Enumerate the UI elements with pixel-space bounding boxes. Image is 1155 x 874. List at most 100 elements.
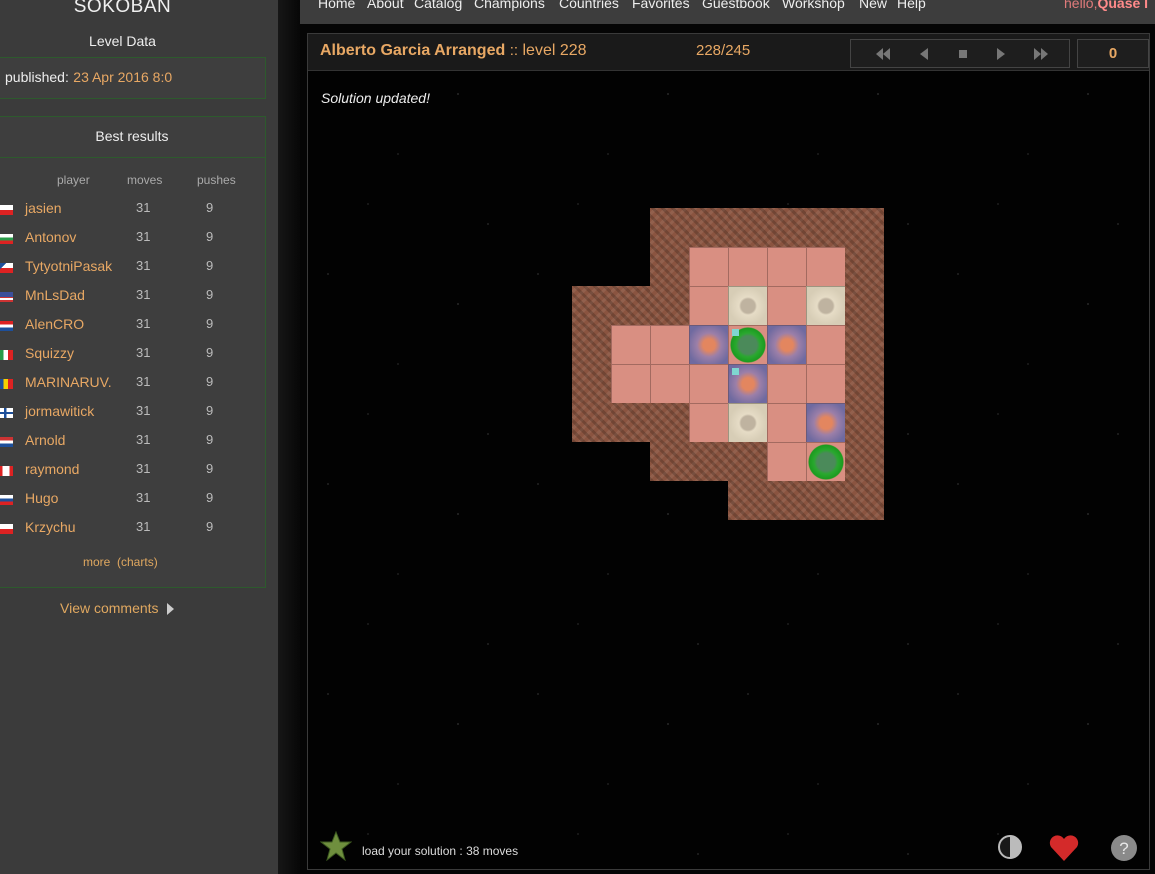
player-name[interactable]: MnLsDad (25, 287, 85, 303)
result-row: raymond 31 9 (0, 461, 265, 490)
player-pushes: 9 (206, 490, 214, 505)
result-row: MARINARUV. 31 9 (0, 374, 265, 403)
goal-tile[interactable] (767, 325, 807, 365)
charts-link[interactable]: (charts) (117, 555, 158, 569)
username-link[interactable]: Quase I (1097, 0, 1148, 11)
player-name[interactable]: Hugo (25, 490, 58, 506)
published-box: published: 23 Apr 2016 8:0 (0, 57, 266, 99)
player-piece[interactable] (808, 444, 844, 480)
player-name[interactable]: AlenCRO (25, 316, 84, 332)
nav-home[interactable]: Home (318, 0, 355, 11)
wall-tile (689, 208, 728, 247)
wall-tile (650, 208, 689, 247)
col-player-header: player (57, 173, 90, 187)
player-name[interactable]: Antonov (25, 229, 76, 245)
box-tile[interactable] (728, 403, 768, 443)
level-titlebar: Alberto Garcia Arranged :: level 228 228… (308, 34, 1149, 71)
floor-tile[interactable] (728, 247, 768, 287)
wall-tile (845, 442, 884, 481)
next-icon[interactable] (993, 46, 1009, 62)
level-name: level 228 (522, 42, 587, 59)
collection-name[interactable]: Alberto Garcia Arranged (320, 42, 505, 59)
floor-tile[interactable] (689, 364, 729, 404)
player-name[interactable]: Arnold (25, 432, 65, 448)
nav-champions[interactable]: Champions (474, 0, 545, 11)
wall-tile (806, 481, 845, 520)
wall-tile (767, 208, 806, 247)
wall-tile (689, 442, 728, 481)
player-name[interactable]: Krzychu (25, 519, 76, 535)
floor-tile[interactable] (806, 325, 846, 365)
player-name[interactable]: jasien (25, 200, 62, 216)
stop-icon[interactable] (955, 46, 971, 62)
triangle-right-icon (166, 603, 174, 616)
player-name[interactable]: TytyotniPasak (25, 258, 112, 274)
wall-tile (845, 286, 884, 325)
goal-tile[interactable] (806, 403, 846, 443)
best-results-box: Best results player moves pushes jasien 3… (0, 116, 266, 588)
player-name[interactable]: jormawitick (25, 403, 94, 419)
first-icon[interactable] (875, 46, 891, 62)
more-link[interactable]: more (83, 555, 110, 569)
nav-guestbook[interactable]: Guestbook (702, 0, 770, 11)
floor-tile[interactable] (806, 364, 846, 404)
player-pushes: 9 (206, 287, 214, 302)
floor-tile[interactable] (689, 286, 729, 326)
nav-help[interactable]: Help (897, 0, 926, 11)
nav-about[interactable]: About (367, 0, 404, 11)
floor-tile[interactable] (650, 325, 690, 365)
last-icon[interactable] (1033, 46, 1049, 62)
floor-tile[interactable] (767, 403, 807, 443)
nav-new[interactable]: New (859, 0, 887, 11)
best-results-header: Best results (0, 117, 265, 158)
player-pushes: 9 (206, 461, 214, 476)
sokoban-board[interactable] (572, 208, 884, 520)
floor-tile[interactable] (767, 364, 807, 404)
player-name[interactable]: raymond (25, 461, 79, 477)
view-comments-link[interactable]: View comments (60, 600, 174, 616)
site-logo[interactable]: SOKOBAN (0, 0, 245, 18)
nav-catalog[interactable]: Catalog (414, 0, 462, 11)
player-moves: 31 (136, 229, 151, 244)
player-name[interactable]: Squizzy (25, 345, 74, 361)
flag-icon (0, 524, 13, 534)
goal-tile[interactable] (689, 325, 729, 365)
floor-tile[interactable] (689, 403, 729, 443)
load-solution-link[interactable]: load your solution : 38 moves (362, 844, 518, 858)
player-pushes: 9 (206, 432, 214, 447)
floor-tile[interactable] (689, 247, 729, 287)
box-tile[interactable] (806, 286, 846, 326)
col-moves-header: moves (127, 173, 163, 187)
floor-tile[interactable] (611, 325, 651, 365)
svg-text:?: ? (1119, 839, 1128, 858)
floor-tile[interactable] (650, 364, 690, 404)
floor-tile[interactable] (611, 364, 651, 404)
floor-tile[interactable] (806, 247, 846, 287)
floor-tile[interactable] (767, 247, 807, 287)
contrast-icon[interactable] (997, 834, 1023, 860)
nav-workshop[interactable]: Workshop (782, 0, 845, 11)
player-pushes: 9 (206, 229, 214, 244)
wall-tile (728, 442, 767, 481)
floor-tile[interactable] (806, 442, 846, 482)
floor-tile[interactable] (767, 286, 807, 326)
flag-icon (0, 205, 13, 215)
wall-tile (728, 481, 767, 520)
status-message: Solution updated! (321, 90, 430, 106)
prev-icon[interactable] (916, 46, 932, 62)
player-name[interactable]: MARINARUV. (25, 374, 112, 390)
nav-favorites[interactable]: Favorites (632, 0, 690, 11)
wall-tile (845, 208, 884, 247)
box-tile[interactable] (728, 286, 768, 326)
star-icon[interactable] (320, 831, 352, 861)
heart-icon[interactable] (1048, 834, 1080, 862)
result-row: jormawitick 31 9 (0, 403, 265, 432)
player-pushes: 9 (206, 374, 214, 389)
sidebar: SOKOBAN Level Data published: 23 Apr 201… (0, 0, 278, 874)
result-row: Krzychu 31 9 (0, 519, 265, 548)
floor-tile[interactable] (767, 442, 807, 482)
more-link-wrap: more (charts) (83, 555, 158, 569)
flag-icon (0, 321, 13, 331)
help-icon[interactable]: ? (1110, 834, 1138, 862)
nav-countries[interactable]: Countries (559, 0, 619, 11)
